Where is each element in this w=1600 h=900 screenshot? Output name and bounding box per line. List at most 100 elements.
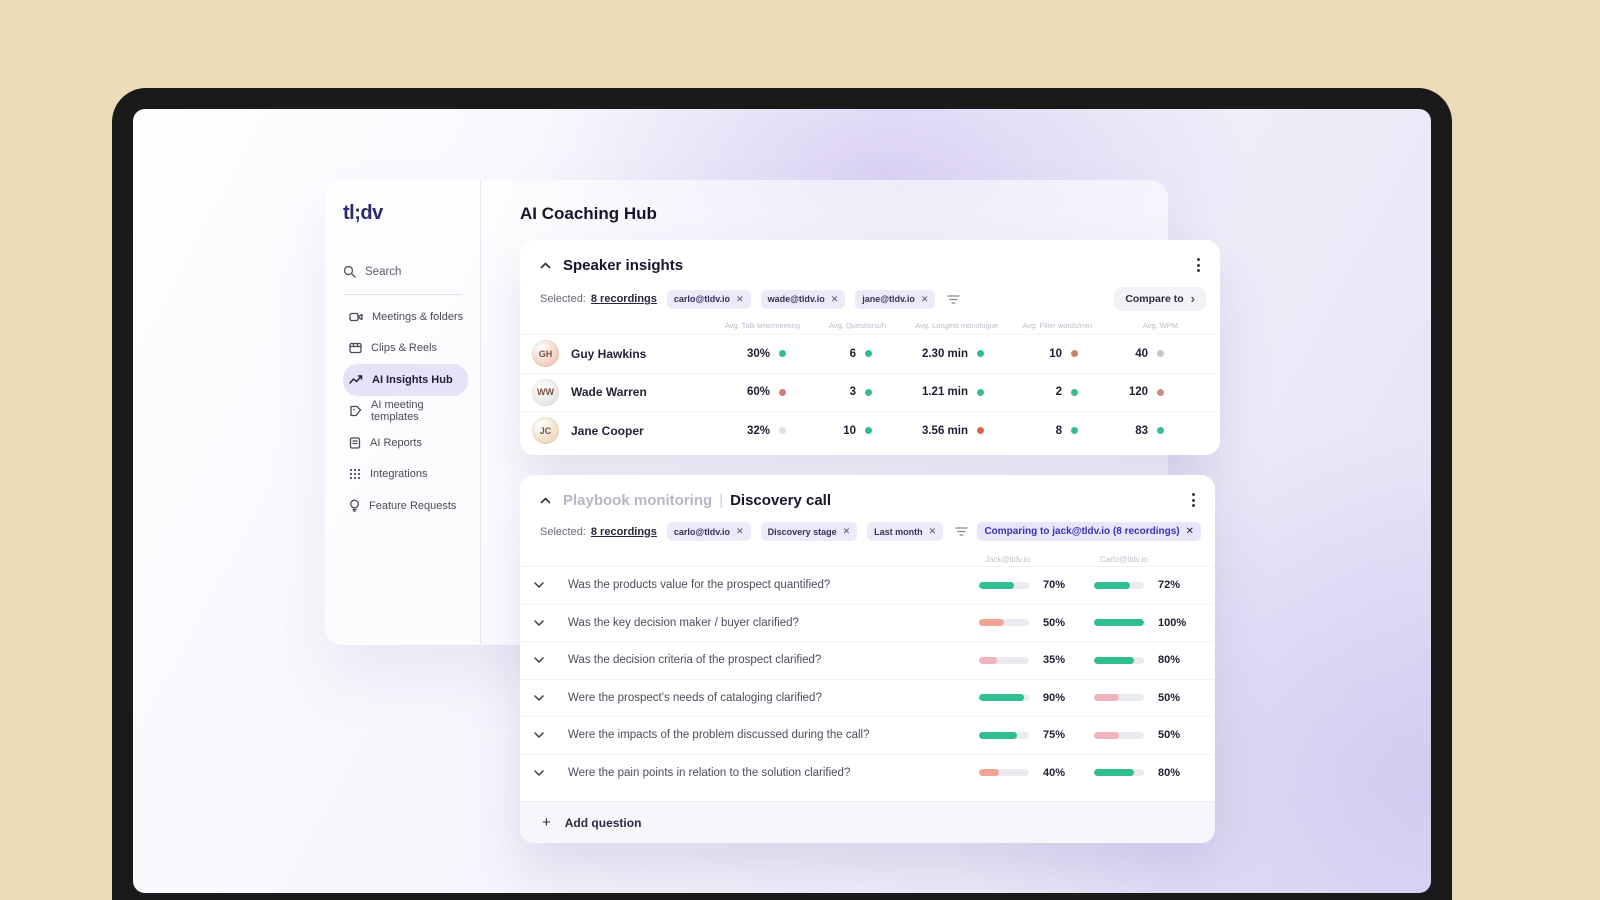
laptop-screen: tl;dv Search Meetings & folders Clips & R… [133,109,1431,893]
grid-dots-icon [349,468,361,480]
metric-value: 120 [1128,386,1148,399]
more-options-icon[interactable] [1191,254,1206,276]
question-text: Was the key decision maker / buyer clari… [568,616,799,629]
close-icon[interactable]: ✕ [843,526,851,537]
search-icon [343,265,356,278]
filter-icon[interactable] [955,526,968,537]
question-row[interactable]: Was the products value for the prospect … [520,566,1215,604]
compare-to-button[interactable]: Compare to › [1114,287,1206,311]
score-bar-group: 50% [1094,729,1215,741]
chevron-down-icon[interactable] [534,732,568,738]
collapse-chevron-up-icon[interactable] [540,262,551,269]
status-dot [1157,427,1164,435]
percentage-value: 50% [1158,691,1181,704]
close-icon[interactable]: ✕ [1186,526,1194,537]
filter-chip-wade-tldv-io[interactable]: wade@tldv.io ✕ [760,289,846,309]
speaker-row[interactable]: GH Guy Hawkins 30% 6 2.30 min 10 40 [520,334,1220,373]
filter-chip-carlo-tldv-io[interactable]: carlo@tldv.io ✕ [666,522,751,541]
close-icon[interactable]: ✕ [921,294,929,305]
sidebar-item-label: AI Reports [370,436,422,449]
sidebar-item-ai-insights-hub[interactable]: AI Insights Hub [343,364,468,396]
question-row[interactable]: Were the impacts of the problem discusse… [520,716,1215,754]
speaker-row[interactable]: WW Wade Warren 60% 3 1.21 min 2 120 [520,372,1220,412]
collapse-chevron-up-icon[interactable] [540,497,551,504]
metric-value: 8 [1055,424,1062,437]
percentage-value: 70% [1043,579,1066,592]
speaker-insights-card: Speaker insights Selected: 8 recordings … [520,240,1220,455]
score-bar-group: 72% [1094,579,1215,591]
title-separator: | [719,491,724,509]
speaker-name: Guy Hawkins [571,346,647,361]
add-question-button[interactable]: + Add question [520,801,1215,843]
comparing-chip[interactable]: Comparing to jack@tldv.io (8 recordings)… [977,522,1201,541]
laptop-frame: tl;dv Search Meetings & folders Clips & R… [112,88,1452,900]
close-icon[interactable]: ✕ [831,294,839,305]
metric-cell: 60% [708,386,800,398]
filter-chip-jane-tldv-io[interactable]: jane@tldv.io ✕ [855,289,936,309]
speaker-row[interactable]: JC Jane Cooper 32% 10 3.56 min 8 83 [520,411,1220,450]
chevron-down-icon[interactable] [534,695,568,701]
status-dot [865,388,872,396]
filter-icon[interactable] [947,294,961,305]
column-carlo: Carlo@tldv.io [1100,555,1148,564]
lightbulb-icon [349,499,360,512]
column-jack: Jack@tldv.io [985,555,1030,564]
sidebar-item-ai-meeting-templates[interactable]: AI meeting templates [343,396,468,428]
add-question-label: Add question [564,815,642,830]
chevron-down-icon[interactable] [534,770,568,776]
score-bar-group: 90% [979,692,1094,704]
metric-value: 83 [1135,424,1148,437]
status-dot [977,350,984,358]
page-title: AI Coaching Hub [520,204,657,223]
filter-chip-last-month[interactable]: Last month ✕ [867,522,944,541]
more-options-icon[interactable] [1186,489,1201,511]
speaker-name: Wade Warren [571,385,647,400]
close-icon[interactable]: ✕ [929,526,937,537]
sidebar-item-meetings-folders[interactable]: Meetings & folders [343,301,468,333]
score-bar-group: 50% [979,617,1094,629]
selected-count-link[interactable]: 8 recordings [591,293,657,305]
sidebar-item-label: Meetings & folders [372,310,464,323]
sidebar-item-clips-reels[interactable]: Clips & Reels [343,333,468,365]
score-bar-group: 70% [979,579,1094,591]
column-header: Avg. Questions/h [829,321,886,330]
close-icon[interactable]: ✕ [736,294,744,305]
report-document-icon [349,437,361,449]
sidebar-item-label: AI Insights Hub [372,373,453,386]
progress-bar [1094,581,1144,589]
progress-bar [1094,619,1144,627]
compare-to-label: Compare to [1125,293,1184,305]
selected-count-link[interactable]: 8 recordings [591,526,657,538]
progress-bar [979,581,1029,589]
chevron-down-icon[interactable] [534,582,568,588]
metric-value: 10 [843,424,856,437]
sidebar-item-ai-reports[interactable]: AI Reports [343,427,468,459]
metric-value: 6 [849,347,856,360]
metric-value: 3.56 min [921,424,968,437]
speaker-name: Jane Cooper [571,423,644,438]
chevron-down-icon[interactable] [534,657,568,663]
sidebar-item-feature-requests[interactable]: Feature Requests [343,490,468,522]
sidebar-item-integrations[interactable]: Integrations [343,459,468,491]
filter-chip-carlo-tldv-io[interactable]: carlo@tldv.io ✕ [666,289,751,309]
status-dot [977,427,984,435]
metric-value: 32% [746,424,770,437]
question-row[interactable]: Was the key decision maker / buyer clari… [520,603,1215,642]
question-row[interactable]: Were the prospect's needs of cataloging … [520,678,1215,717]
score-bar-group: 35% [979,654,1094,666]
chevron-down-icon[interactable] [534,620,568,626]
question-text: Were the pain points in relation to the … [568,766,851,779]
metric-cell: 40 [1092,348,1178,360]
close-icon[interactable]: ✕ [736,526,744,537]
clapperboard-icon [349,342,362,354]
metric-value: 2 [1055,386,1062,399]
sidebar-divider [343,294,462,295]
search-button[interactable]: Search [343,265,480,278]
metric-cell: 10 [800,425,886,437]
question-text: Was the products value for the prospect … [568,579,831,592]
question-row[interactable]: Was the decision criteria of the prospec… [520,641,1215,679]
chip-label: Last month [874,526,923,537]
question-row[interactable]: Were the pain points in relation to the … [520,753,1215,792]
search-label: Search [365,265,402,278]
filter-chip-discovery-stage[interactable]: Discovery stage ✕ [760,522,858,541]
